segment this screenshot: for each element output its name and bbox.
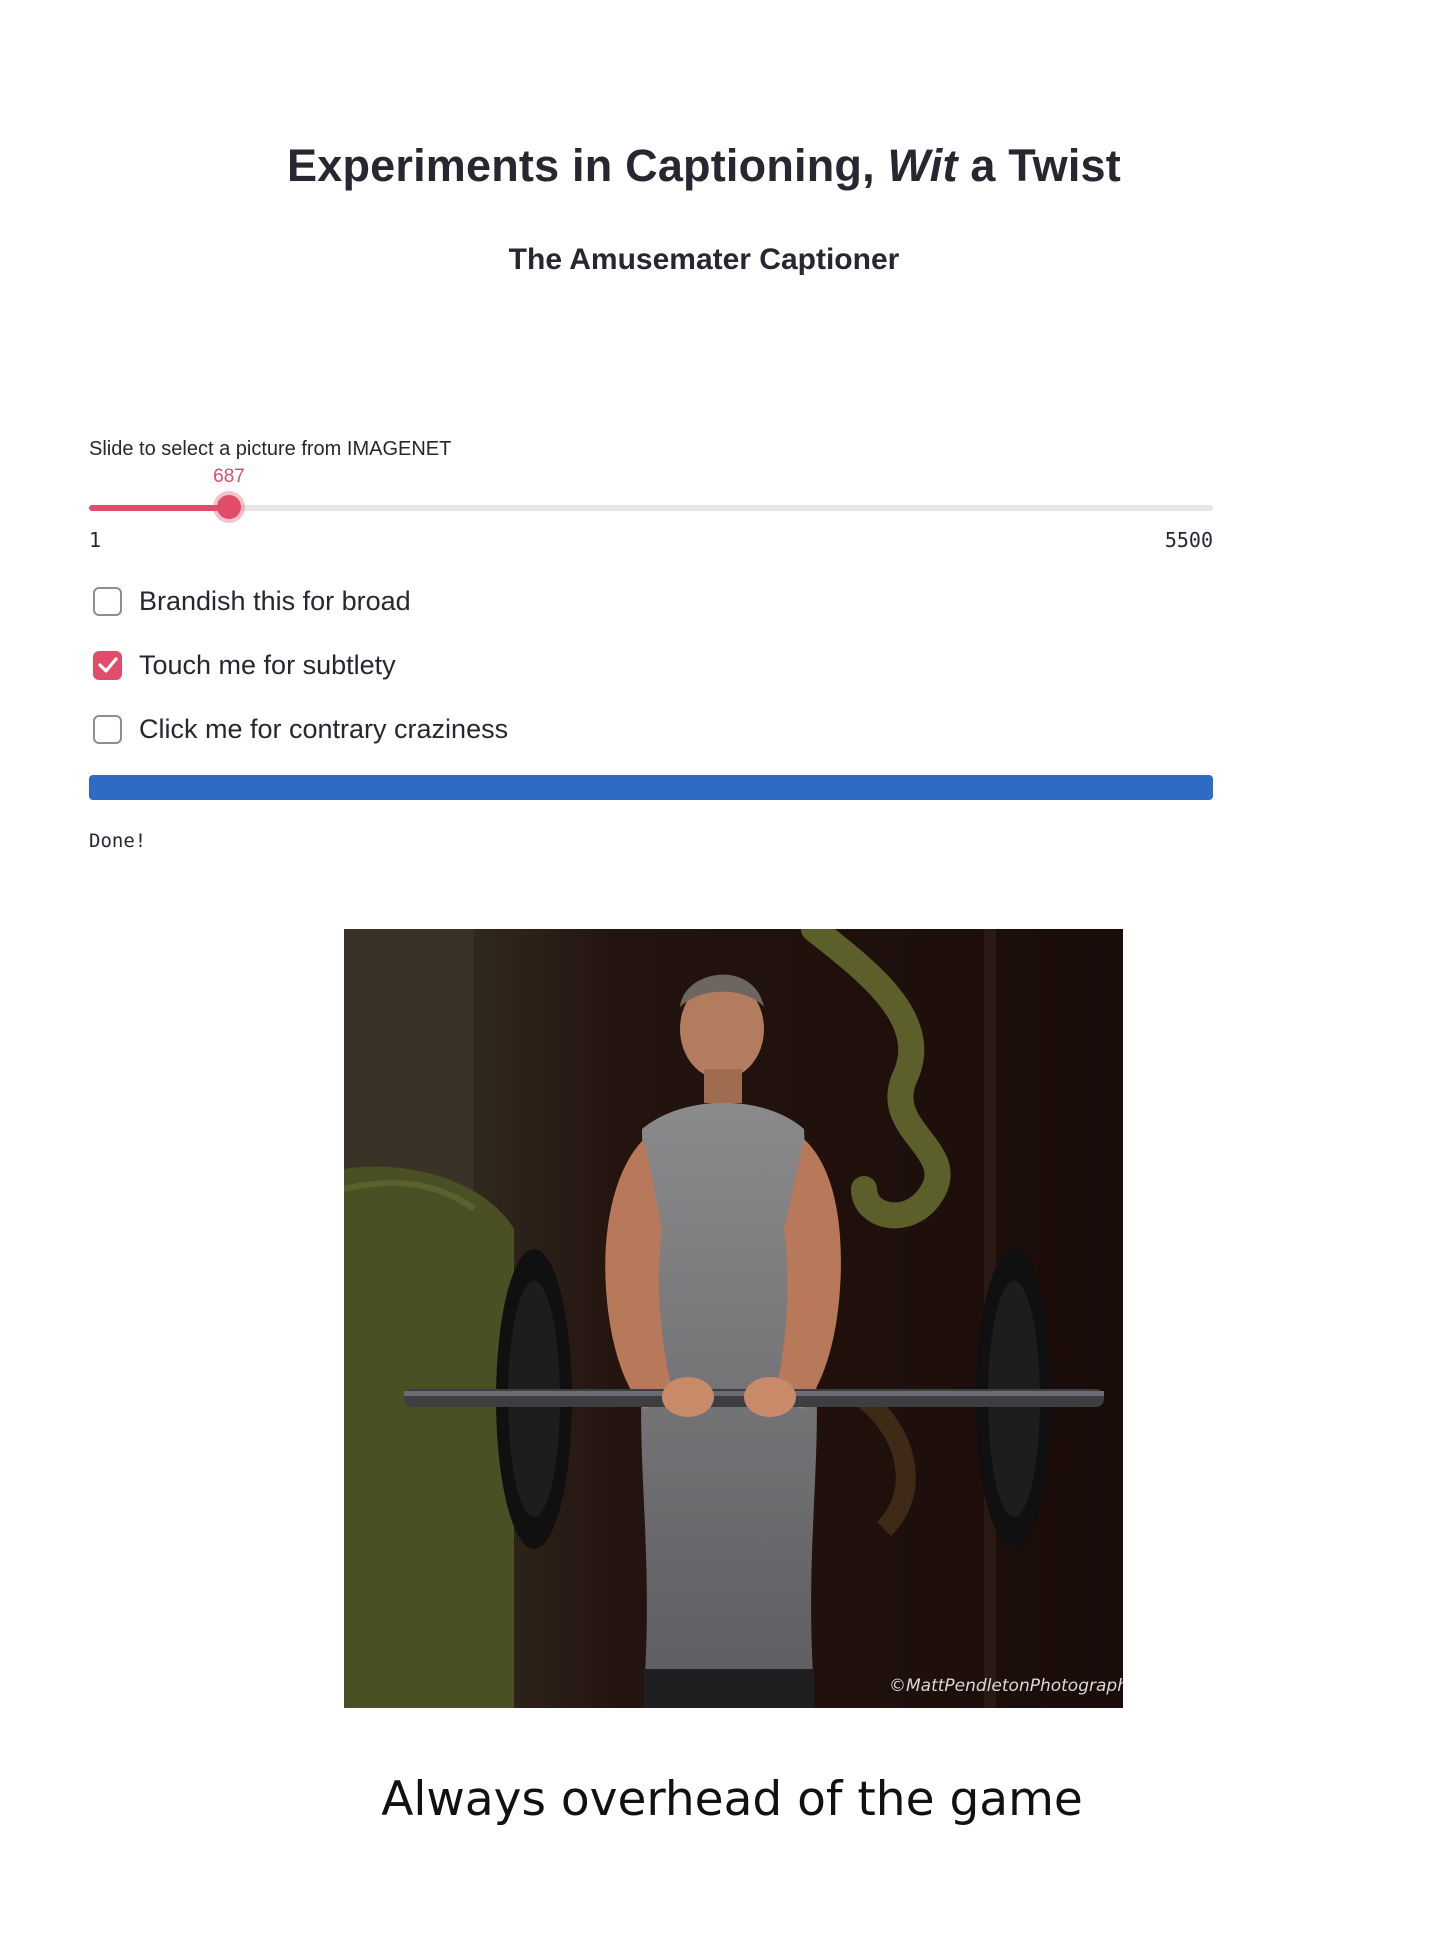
slider-min-label: 1 [89,528,102,552]
captioned-photo: ©MattPendletonPhotography [344,929,1123,1708]
page-title: Experiments in Captioning, Wit a Twist [287,140,1121,191]
checkbox-broad-label: Brandish this for broad [139,586,411,616]
slider-thumb[interactable] [217,495,242,519]
page-subtitle: The Amusemater Captioner [508,243,900,276]
slider-label: Slide to select a picture from IMAGENET [89,438,452,460]
checkbox-craziness-label: Click me for contrary craziness [139,714,509,744]
checkbox-craziness-box[interactable] [93,714,122,744]
checkmark-icon [97,657,118,673]
slider-fill [89,505,230,511]
status-text: Done! [89,830,147,852]
checkbox-subtlety[interactable]: Touch me for subtlety [93,649,396,681]
checkbox-subtlety-label: Touch me for subtlety [139,650,396,680]
progress-bar [89,775,1213,800]
checkbox-craziness[interactable]: Click me for contrary craziness [93,713,508,745]
slider-current-value: 687 [213,466,245,487]
checkbox-broad[interactable]: Brandish this for broad [93,585,411,617]
checkbox-broad-box[interactable] [93,586,122,616]
photo-watermark: ©MattPendletonPhotography [889,1676,1123,1696]
picture-slider-track[interactable] [89,505,1213,511]
generated-caption: Always overhead of the game [381,1772,1083,1827]
title-italic-word: Wit [887,140,958,191]
slider-max-label: 5500 [1164,528,1213,552]
checkbox-subtlety-box[interactable] [93,650,122,680]
